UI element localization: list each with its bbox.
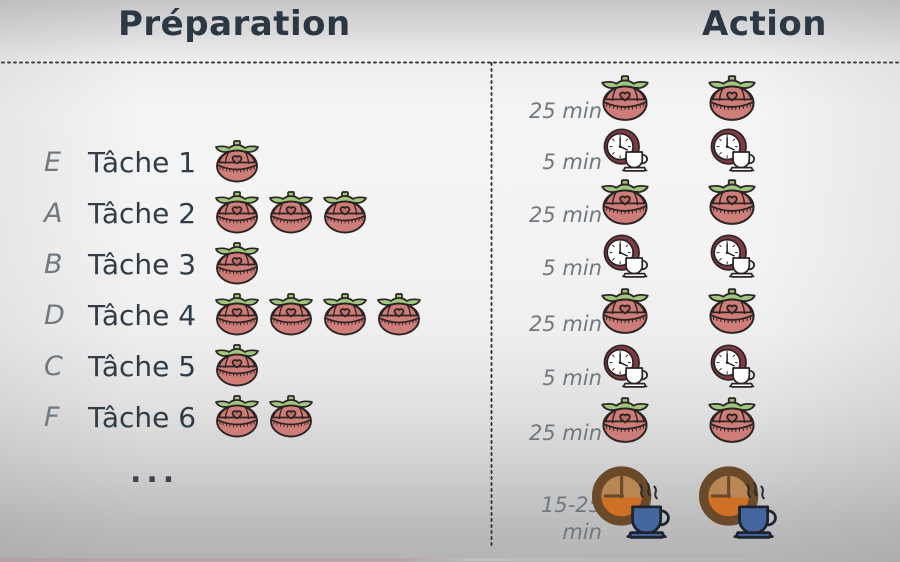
clock-coffee-break-icon	[710, 344, 755, 388]
tomato-timer-icon	[212, 241, 262, 287]
schedule-time-line2: min	[562, 520, 602, 544]
task-label: Tâche 5	[88, 350, 197, 383]
tomato-timer-icon	[269, 191, 313, 234]
tomato-timer-icon	[377, 293, 421, 336]
tomato-timer-icon	[269, 293, 313, 336]
clock-coffee-break-icon	[598, 125, 652, 175]
tomato-timer-icon	[320, 292, 370, 338]
tomato-timer-icon	[598, 178, 652, 228]
tomato-timer-icon	[598, 287, 652, 337]
clock-coffee-break-icon	[598, 341, 652, 391]
tomato-timer-icon	[212, 394, 262, 440]
tomato-timer-icon	[212, 139, 262, 185]
task-priority-letter: A	[44, 198, 63, 229]
task-label: Tâche 4	[88, 299, 197, 332]
tomato-timer-icon	[601, 288, 649, 334]
task-pomodoro-count	[212, 290, 424, 340]
schedule-time-label: 5 min	[542, 366, 602, 390]
long-break-clock-coffee-icon	[588, 464, 674, 540]
long-break-clock-coffee-icon	[695, 464, 781, 540]
task-row: D Tâche 4	[0, 293, 480, 344]
task-label: Tâche 6	[88, 401, 197, 434]
clock-coffee-break-icon	[603, 234, 648, 278]
tomato-timer-icon	[215, 242, 259, 285]
tomato-timer-icon	[212, 292, 262, 338]
clock-coffee-break-icon	[710, 234, 755, 278]
tomato-timer-icon	[601, 397, 649, 443]
tomato-timer-icon	[215, 191, 259, 234]
tomato-timer-icon	[705, 178, 759, 228]
tomato-timer-icon	[266, 292, 316, 338]
task-row: E Tâche 1	[0, 140, 480, 191]
schedule-time-label: 25 min	[529, 99, 602, 123]
tomato-timer-icon	[215, 344, 259, 387]
clock-coffee-break-icon	[598, 231, 652, 281]
tomato-timer-icon	[601, 75, 649, 121]
schedule-time-label: 5 min	[542, 256, 602, 280]
schedule-time-line1: 15-25	[540, 493, 602, 517]
tomato-timer-icon	[266, 190, 316, 236]
task-priority-letter: F	[44, 402, 60, 433]
tomato-timer-icon	[320, 190, 370, 236]
tomato-timer-icon	[705, 396, 759, 446]
task-pomodoro-count	[212, 392, 316, 442]
tomato-timer-icon	[598, 74, 652, 124]
task-pomodoro-count	[212, 137, 262, 187]
tomato-timer-icon	[708, 179, 756, 225]
schedule-time-label: 25 min	[529, 421, 602, 445]
task-priority-letter: C	[44, 351, 63, 382]
long-break-clock-coffee-icon	[698, 466, 777, 539]
tomato-timer-icon	[708, 75, 756, 121]
task-pomodoro-count	[212, 188, 370, 238]
schedule-time-label: 25 min	[529, 312, 602, 336]
tomato-timer-icon	[323, 191, 367, 234]
task-label: Tâche 3	[88, 248, 197, 281]
tomato-timer-icon	[269, 395, 313, 438]
clock-coffee-break-icon	[710, 128, 755, 172]
slide-canvas: Préparation Action E Tâche 1 A Tâche 2 B…	[0, 0, 900, 562]
task-row: C Tâche 5	[0, 344, 480, 395]
task-label: Tâche 1	[88, 146, 197, 179]
bottom-edge-strip	[0, 558, 900, 561]
tomato-timer-icon	[708, 288, 756, 334]
schedule-time-label: 5 min	[542, 150, 602, 174]
task-row: F Tâche 6	[0, 395, 480, 446]
tomato-timer-icon	[598, 396, 652, 446]
task-priority-letter: B	[44, 249, 63, 280]
tomato-timer-icon	[374, 292, 424, 338]
task-pomodoro-count	[212, 239, 262, 289]
more-tasks-ellipsis: ...	[130, 455, 180, 490]
task-priority-letter: D	[44, 300, 65, 331]
task-pomodoro-count	[212, 341, 262, 391]
schedule-column: 25 min 5 min 25 min 5 min 25 min 5 min 2…	[490, 0, 900, 562]
tomato-timer-icon	[215, 293, 259, 336]
long-break-clock-coffee-icon	[591, 466, 670, 539]
task-priority-letter: E	[44, 147, 62, 178]
clock-coffee-break-icon	[705, 125, 759, 175]
tomato-timer-icon	[215, 395, 259, 438]
tomato-timer-icon	[212, 190, 262, 236]
tomato-timer-icon	[705, 74, 759, 124]
tomato-timer-icon	[601, 179, 649, 225]
tomato-timer-icon	[215, 140, 259, 183]
task-row: A Tâche 2	[0, 191, 480, 242]
schedule-time-label: 15-25 min	[490, 492, 602, 546]
tomato-timer-icon	[266, 394, 316, 440]
task-row: B Tâche 3	[0, 242, 480, 293]
tomato-timer-icon	[708, 397, 756, 443]
clock-coffee-break-icon	[603, 344, 648, 388]
clock-coffee-break-icon	[603, 128, 648, 172]
task-list: E Tâche 1 A Tâche 2 B Tâche 3 D Tâche 4 …	[0, 0, 480, 562]
schedule-time-label: 25 min	[529, 203, 602, 227]
task-label: Tâche 2	[88, 197, 197, 230]
clock-coffee-break-icon	[705, 341, 759, 391]
tomato-timer-icon	[212, 343, 262, 389]
tomato-timer-icon	[323, 293, 367, 336]
clock-coffee-break-icon	[705, 231, 759, 281]
tomato-timer-icon	[705, 287, 759, 337]
